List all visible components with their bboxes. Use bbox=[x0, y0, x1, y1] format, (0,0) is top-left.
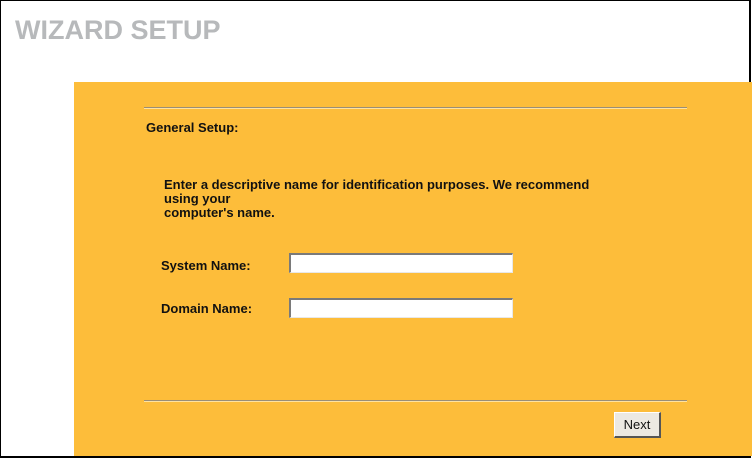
wizard-panel: General Setup: Enter a descriptive name … bbox=[74, 82, 752, 456]
page-title: WIZARD SETUP bbox=[15, 15, 221, 45]
instruction-text: Enter a descriptive name for identificat… bbox=[164, 178, 684, 220]
system-name-label: System Name: bbox=[161, 258, 251, 273]
instruction-line-1: Enter a descriptive name for identificat… bbox=[164, 177, 590, 192]
next-button[interactable]: Next bbox=[614, 412, 661, 438]
section-heading: General Setup: bbox=[146, 120, 239, 135]
system-name-input[interactable] bbox=[289, 253, 513, 273]
domain-name-label: Domain Name: bbox=[161, 301, 253, 316]
instruction-line-3: computer's name. bbox=[164, 205, 275, 220]
domain-name-input[interactable] bbox=[289, 298, 513, 318]
page-frame: WIZARD SETUP General Setup: Enter a desc… bbox=[0, 0, 752, 458]
instruction-line-2: using your bbox=[164, 191, 231, 206]
top-divider bbox=[144, 107, 687, 109]
bottom-divider bbox=[144, 400, 687, 402]
